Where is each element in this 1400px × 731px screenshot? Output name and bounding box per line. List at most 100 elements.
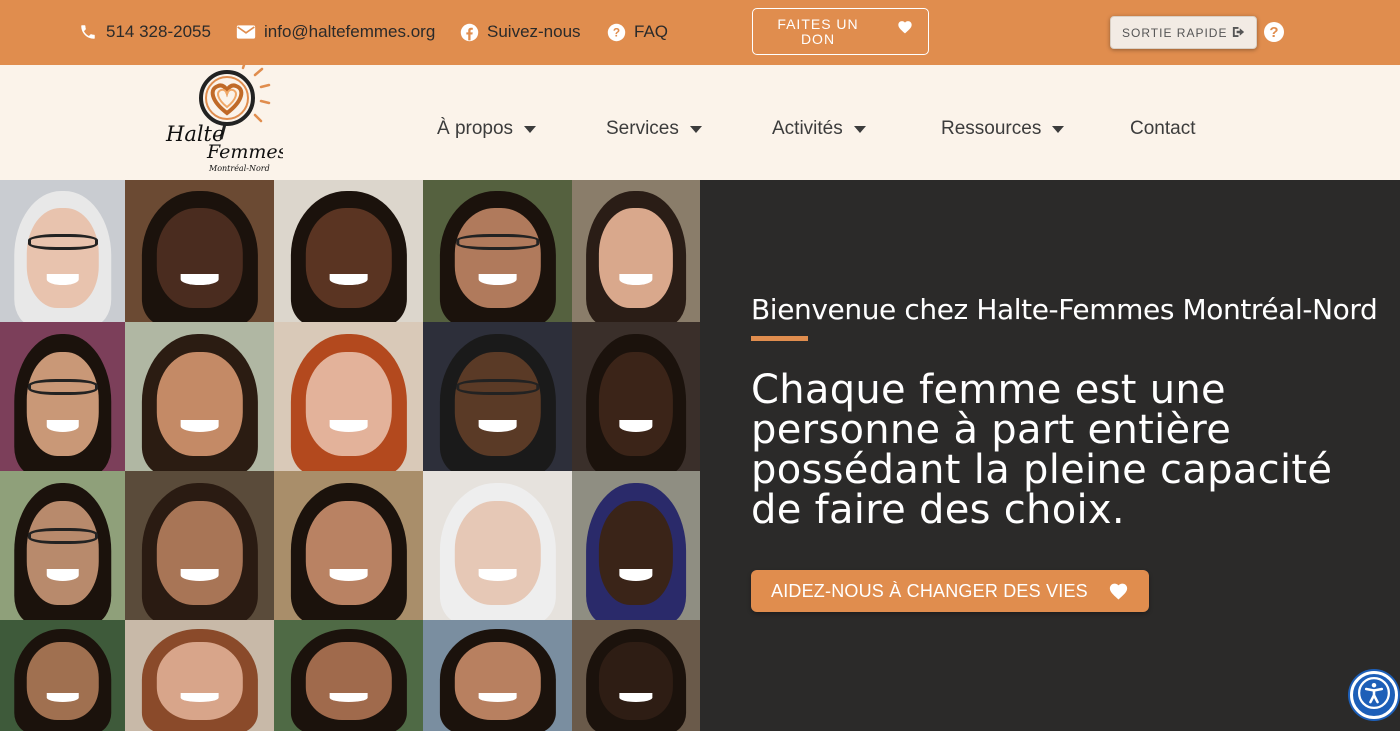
caret-down-icon: [1052, 125, 1065, 133]
portrait-face: [598, 500, 674, 606]
portrait-photo: [572, 180, 700, 322]
portrait-face: [26, 351, 99, 457]
site-logo[interactable]: Halte Femmes Montréal-Nord: [163, 60, 288, 175]
facebook-icon: [458, 21, 480, 43]
help-button[interactable]: ?: [1264, 22, 1284, 42]
caret-down-icon: [524, 125, 537, 133]
portrait-photo: [423, 322, 572, 471]
portrait-smile: [180, 569, 219, 582]
donate-label-line2: DON: [800, 30, 836, 47]
welcome-heading: Bienvenue chez Halte-Femmes Montréal-Nor…: [751, 293, 1378, 326]
portrait-face: [305, 351, 392, 457]
portrait-face: [598, 642, 674, 720]
phone-icon: [77, 21, 99, 43]
portrait-smile: [46, 420, 79, 433]
portrait-photo: [423, 620, 572, 731]
envelope-icon: [235, 21, 257, 43]
nav-label: Services: [606, 118, 679, 139]
nav-item-contact[interactable]: Contact: [1130, 118, 1195, 140]
portrait-smile: [619, 569, 653, 582]
portrait-smile: [619, 420, 653, 433]
portrait-photo: [125, 471, 274, 620]
portrait-face: [454, 642, 541, 720]
portrait-face: [26, 500, 99, 606]
portrait-face: [305, 500, 392, 606]
nav-label: Ressources: [941, 118, 1042, 139]
portrait-smile: [478, 569, 517, 582]
nav-label: À propos: [437, 118, 514, 139]
portrait-face: [454, 500, 541, 606]
portrait-glasses: [455, 233, 540, 250]
portrait-mosaic: [0, 180, 700, 731]
portrait-smile: [478, 693, 517, 703]
portrait-photo: [274, 322, 423, 471]
portrait-photo: [125, 180, 274, 322]
cta-label: AIDEZ-NOUS À CHANGER DES VIES: [771, 580, 1088, 601]
portrait-face: [26, 642, 99, 720]
portrait-photo: [572, 322, 700, 471]
portrait-photo: [0, 620, 125, 731]
portrait-face: [454, 351, 541, 457]
caret-down-icon: [853, 125, 866, 133]
portrait-photo: [572, 620, 700, 731]
portrait-glasses: [27, 378, 98, 395]
heart-icon: [897, 19, 913, 37]
cta-button[interactable]: AIDEZ-NOUS À CHANGER DES VIES: [751, 570, 1149, 612]
portrait-photo: [423, 471, 572, 620]
nav-item-ressources[interactable]: Ressources: [941, 118, 1065, 140]
donate-label: FAITES UN DON: [753, 15, 883, 47]
logo-text-femmes: Femmes: [206, 141, 283, 163]
portrait-face: [598, 208, 674, 308]
heart-icon: [1108, 581, 1129, 605]
logo-text-city: Montréal-Nord: [208, 164, 270, 173]
portrait-photo: [274, 180, 423, 322]
phone-text: 514 328-2055: [106, 22, 211, 41]
portrait-face: [305, 208, 392, 308]
faq-text: FAQ: [634, 22, 669, 41]
portrait-photo: [274, 471, 423, 620]
nav-item-apropos[interactable]: À propos: [437, 118, 537, 140]
donate-label-line1: FAITES UN: [777, 15, 859, 32]
donate-button[interactable]: FAITES UN DON: [752, 8, 929, 55]
portrait-smile: [46, 569, 79, 582]
question-icon: ?: [605, 21, 627, 43]
portrait-smile: [329, 693, 368, 703]
portrait-smile: [619, 693, 653, 703]
portrait-photo: [423, 180, 572, 322]
quick-exit-label: SORTIE RAPIDE: [1122, 25, 1228, 40]
portrait-face: [156, 208, 243, 308]
portrait-face: [305, 642, 392, 720]
portrait-photo: [0, 180, 125, 322]
portrait-face: [156, 642, 243, 720]
accessibility-icon: [1357, 676, 1391, 715]
portrait-smile: [329, 420, 368, 433]
accessibility-button[interactable]: [1350, 671, 1398, 719]
svg-text:?: ?: [612, 25, 619, 39]
portrait-smile: [329, 569, 368, 582]
portrait-glasses: [27, 527, 98, 544]
portrait-glasses: [27, 233, 98, 250]
portrait-smile: [46, 693, 79, 703]
top-bar: 514 328-2055 info@haltefemmes.org Suivez…: [0, 0, 1400, 65]
quick-exit-button[interactable]: SORTIE RAPIDE: [1110, 16, 1257, 49]
facebook-link[interactable]: Suivez-nous: [458, 20, 581, 44]
hero-tagline: Chaque femme est une personne à part ent…: [751, 367, 1333, 533]
portrait-photo: [125, 620, 274, 731]
faq-link[interactable]: ? FAQ: [605, 20, 668, 44]
nav-label: Activités: [772, 118, 843, 139]
nav-item-activites[interactable]: Activités: [772, 118, 866, 140]
email-link[interactable]: info@haltefemmes.org: [235, 20, 435, 44]
portrait-photo: [0, 322, 125, 471]
nav-label: Contact: [1130, 118, 1196, 139]
nav-item-services[interactable]: Services: [606, 118, 702, 140]
portrait-photo: [0, 471, 125, 620]
email-text: info@haltefemmes.org: [264, 22, 436, 41]
portrait-face: [454, 208, 541, 308]
caret-down-icon: [689, 125, 702, 133]
phone-link[interactable]: 514 328-2055: [77, 20, 211, 44]
portrait-photo: [125, 322, 274, 471]
portrait-smile: [180, 693, 219, 703]
follow-text: Suivez-nous: [487, 22, 581, 41]
portrait-face: [156, 500, 243, 606]
portrait-photo: [572, 471, 700, 620]
